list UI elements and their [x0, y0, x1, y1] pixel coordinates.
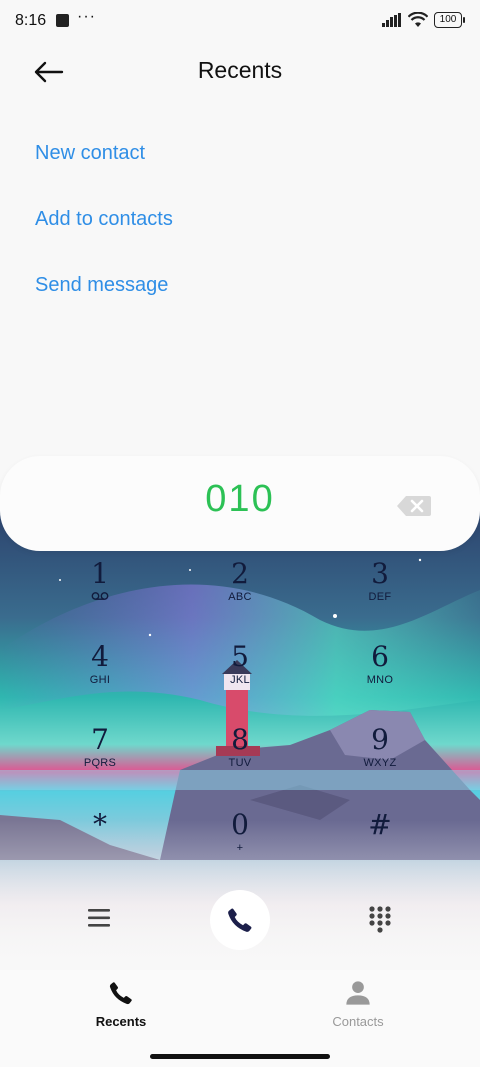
key-letters: DEF	[368, 591, 392, 603]
key-letters: TUV	[228, 757, 252, 769]
page-title: Recents	[197, 57, 283, 83]
key-digit: *	[93, 808, 107, 841]
add-to-contacts-link[interactable]: Add to contacts	[35, 196, 173, 262]
key-digit: 5	[231, 640, 249, 673]
key-letters: MNO	[366, 674, 394, 686]
battery-icon: 100	[434, 12, 465, 28]
key-digit: 7	[91, 723, 109, 756]
key-digit: 3	[371, 557, 389, 590]
back-button[interactable]	[30, 54, 70, 90]
home-indicator[interactable]	[150, 1054, 330, 1059]
key-6[interactable]: 6 MNO	[320, 640, 440, 710]
key-9[interactable]: 9 WXYZ	[320, 723, 440, 793]
bottom-tab-bar: Recents Contacts	[0, 970, 480, 1067]
back-arrow-icon	[34, 61, 64, 83]
key-letters: GHI	[89, 674, 111, 686]
send-message-link[interactable]: Send message	[35, 262, 173, 328]
more-notifications-icon: ···	[77, 8, 96, 25]
key-3[interactable]: 3 DEF	[320, 557, 440, 627]
voicemail-icon	[40, 591, 160, 604]
key-4[interactable]: 4 GHI	[40, 640, 160, 710]
key-letters: JKL	[230, 674, 250, 686]
action-list: New contact Add to contacts Send message	[35, 130, 173, 328]
key-digit: 1	[91, 557, 109, 590]
menu-icon	[88, 909, 110, 927]
tab-contacts[interactable]: Contacts	[298, 978, 418, 1029]
backspace-button[interactable]	[396, 494, 432, 518]
wifi-icon	[408, 12, 428, 27]
tab-label: Contacts	[332, 1014, 384, 1029]
status-time: 8:16	[15, 12, 47, 29]
key-letters: PQRS	[83, 757, 117, 769]
call-button[interactable]	[210, 890, 270, 950]
key-letters: WXYZ	[363, 757, 397, 769]
key-hash[interactable]: #	[320, 808, 440, 878]
signal-icon	[382, 13, 401, 27]
key-5[interactable]: 5 JKL	[180, 640, 300, 710]
key-2[interactable]: 2 ABC	[180, 557, 300, 627]
person-icon	[346, 981, 370, 1005]
header: Recents	[0, 44, 480, 100]
key-star[interactable]: *	[40, 808, 160, 878]
key-digit: 8	[231, 723, 249, 756]
phone-icon	[109, 982, 132, 1005]
key-1[interactable]: 1	[40, 557, 160, 627]
notification-icon	[56, 14, 69, 27]
key-digit: 4	[91, 640, 109, 673]
status-bar: 8:16 ··· 100	[0, 0, 480, 44]
dialpad-toggle-button[interactable]	[368, 905, 392, 933]
key-8[interactable]: 8 TUV	[180, 723, 300, 793]
backspace-icon	[397, 496, 431, 516]
key-digit: 6	[371, 640, 389, 673]
key-letters: +	[236, 842, 244, 854]
number-display-card: 010	[0, 456, 480, 551]
menu-button[interactable]	[86, 906, 114, 930]
key-digit: #	[368, 808, 392, 841]
key-digit: 9	[371, 723, 389, 756]
key-digit: 2	[231, 557, 249, 590]
tab-recents[interactable]: Recents	[61, 978, 181, 1029]
dialer-actions	[0, 885, 480, 955]
key-digit: 0	[231, 808, 249, 841]
dialpad-icon	[369, 906, 391, 933]
new-contact-link[interactable]: New contact	[35, 130, 173, 196]
phone-icon	[228, 908, 252, 932]
key-letters: ABC	[228, 591, 252, 603]
key-7[interactable]: 7 PQRS	[40, 723, 160, 793]
status-right: 100	[382, 12, 465, 28]
key-0[interactable]: 0 +	[180, 808, 300, 878]
tab-label: Recents	[95, 1014, 147, 1029]
